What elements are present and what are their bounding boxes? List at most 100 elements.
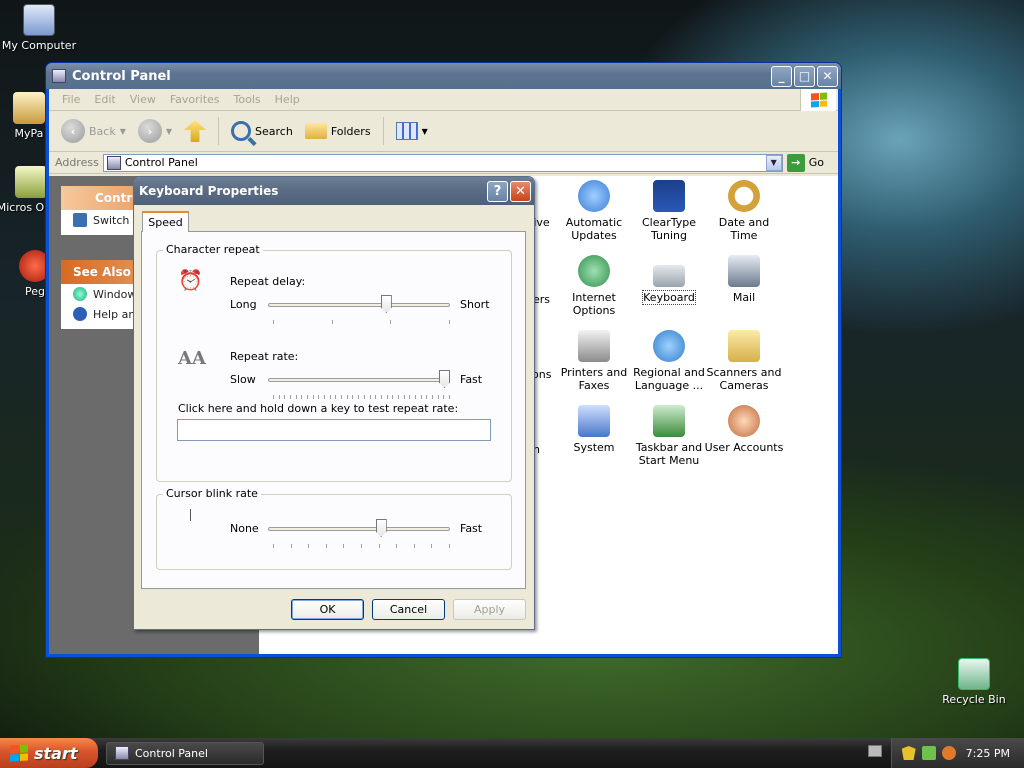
toolbar-separator	[218, 117, 220, 145]
icon-regional-and-language[interactable]: Regional and Language ...	[629, 330, 709, 392]
slider-tick	[390, 320, 392, 324]
slider-tick	[307, 395, 309, 399]
icon-date-and-time[interactable]: Date and Time	[704, 180, 784, 242]
rate-slow-label: Slow	[230, 373, 256, 386]
character-repeat-group: Character repeat	[156, 243, 512, 482]
menu-tools[interactable]: Tools	[227, 93, 268, 106]
search-button[interactable]: Search	[227, 119, 297, 143]
system-icon	[578, 405, 610, 437]
address-dropdown-button[interactable]: ▼	[765, 154, 782, 171]
cleartype-icon	[653, 180, 685, 212]
up-button[interactable]	[180, 118, 210, 144]
close-button[interactable]: ✕	[510, 180, 531, 202]
slider-tick	[375, 395, 377, 399]
automatic-updates-icon	[578, 180, 610, 212]
minimize-button[interactable]: _	[771, 65, 792, 87]
icon-system[interactable]: System	[554, 405, 634, 454]
windows-logo	[800, 89, 836, 111]
slider-tick	[318, 395, 320, 399]
menu-favorites[interactable]: Favorites	[163, 93, 227, 106]
icon-printers-and-faxes[interactable]: Printers and Faxes	[554, 330, 634, 392]
slider-tick	[325, 544, 327, 548]
desktop-icon-my-computer[interactable]: My Computer	[0, 4, 78, 52]
close-button[interactable]: ✕	[817, 65, 838, 87]
control-panel-icon	[106, 155, 121, 170]
taskbar-icon	[653, 405, 685, 437]
taskbar-button-control-panel[interactable]: Control Panel	[106, 741, 264, 765]
slider-tick	[331, 320, 333, 324]
network-icon[interactable]	[921, 746, 936, 760]
slider-tick	[369, 395, 371, 399]
repeat-rate-icon: AA	[178, 348, 206, 369]
slider-tick	[329, 395, 331, 399]
menu-view[interactable]: View	[123, 93, 163, 106]
slider-tick	[301, 395, 303, 399]
search-icon[interactable]	[941, 746, 956, 760]
icon-label: Date and Time	[718, 216, 770, 242]
icon-taskbar-and-start-menu[interactable]: Taskbar and Start Menu	[629, 405, 709, 467]
tab-speed[interactable]: Speed	[142, 211, 189, 232]
icon-scanners-and-cameras[interactable]: Scanners and Cameras	[704, 330, 784, 392]
icon-label: Scanners and Cameras	[706, 366, 782, 392]
slider-tick	[397, 395, 399, 399]
slider-tick	[392, 395, 394, 399]
dialog-titlebar[interactable]: Keyboard Properties ? ✕	[134, 177, 534, 205]
slider-tick	[414, 395, 416, 399]
control-panel-icon	[115, 746, 129, 760]
link-label: Help an	[93, 307, 136, 321]
icon-mail[interactable]: Mail	[704, 255, 784, 304]
icon-internet-options[interactable]: Internet Options	[554, 255, 634, 317]
back-button[interactable]: ‹ Back ▼	[57, 117, 130, 145]
go-button[interactable]: → Go	[786, 153, 838, 172]
slider-tick	[431, 395, 433, 399]
chevron-down-icon[interactable]: ▼	[120, 127, 126, 136]
menu-edit[interactable]: Edit	[87, 93, 122, 106]
slider-tick	[378, 544, 380, 548]
icon-label: Mail	[732, 291, 756, 304]
help-button[interactable]: ?	[487, 180, 508, 202]
views-icon	[395, 122, 418, 140]
repeat-rate-label: Repeat rate:	[230, 350, 299, 363]
app-icon	[13, 92, 45, 124]
address-input[interactable]: Control Panel ▼	[102, 153, 783, 172]
slider-tick	[273, 395, 274, 399]
forward-button[interactable]: › ▼	[134, 117, 176, 145]
folders-label: Folders	[330, 124, 371, 138]
slider-tick	[346, 395, 348, 399]
test-repeat-input[interactable]	[177, 419, 491, 441]
apply-button[interactable]: Apply	[453, 599, 526, 620]
ok-button[interactable]: OK	[291, 599, 364, 620]
partial-label[interactable]: ers	[533, 293, 553, 306]
icon-user-accounts[interactable]: User Accounts	[704, 405, 784, 454]
go-label: Go	[808, 156, 824, 169]
icon-cleartype-tuning[interactable]: ClearType Tuning	[629, 180, 709, 242]
folders-button[interactable]: Folders	[301, 121, 375, 141]
chevron-down-icon: ▼	[421, 126, 428, 136]
chevron-down-icon[interactable]: ▼	[166, 127, 172, 136]
icon-automatic-updates[interactable]: Automatic Updates	[554, 180, 634, 242]
start-button[interactable]: start	[0, 738, 98, 768]
security-shield-icon[interactable]	[901, 746, 916, 760]
desktop-icon-label: Peg	[25, 285, 45, 298]
forward-arrow-icon: ›	[137, 119, 162, 143]
keyboard-tray-icon[interactable]	[868, 745, 882, 757]
cancel-button[interactable]: Cancel	[372, 599, 445, 620]
views-button[interactable]: ▼	[392, 120, 432, 142]
icon-keyboard[interactable]: Keyboard	[629, 255, 709, 305]
window-titlebar[interactable]: Control Panel _ □ ✕	[46, 63, 841, 89]
slider-tick	[361, 544, 362, 548]
switch-view-label: Switch t	[93, 213, 138, 227]
slider-tick	[380, 395, 382, 399]
slider-tick	[358, 395, 360, 399]
menu-file[interactable]: File	[55, 93, 87, 106]
address-bar: Address Control Panel ▼ → Go	[49, 152, 838, 174]
slider-tick	[426, 395, 428, 399]
repeat-rate-ticks	[273, 395, 450, 399]
repeat-rate-track	[268, 378, 450, 382]
desktop-icon-recycle-bin[interactable]: Recycle Bin	[935, 658, 1013, 706]
maximize-button[interactable]: □	[794, 65, 815, 87]
clock: 7:25 PM	[965, 746, 1010, 760]
menu-help[interactable]: Help	[268, 93, 307, 106]
regional-globe-icon	[653, 330, 685, 362]
desktop-icon-label: MyPa	[14, 127, 44, 140]
